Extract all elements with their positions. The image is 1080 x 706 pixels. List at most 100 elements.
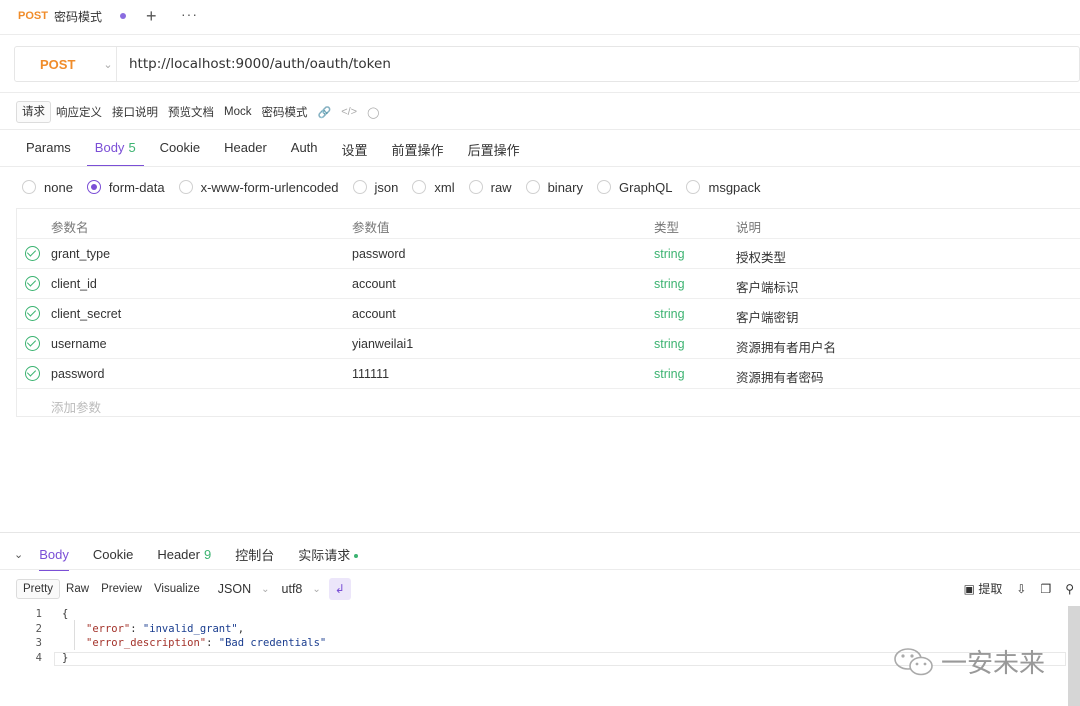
radio-label: json [374, 179, 399, 195]
param-name[interactable]: password [51, 367, 105, 381]
json-value: "invalid_grant" [142, 623, 238, 635]
param-name[interactable]: client_secret [51, 307, 121, 321]
enabled-check-icon[interactable] [25, 336, 40, 351]
radio-xml[interactable]: xml [412, 180, 455, 195]
link-icon[interactable]: 🔗 [312, 106, 336, 119]
code-open-brace: { [62, 608, 69, 620]
tab-method: POST [18, 10, 48, 22]
lang-value: JSON [217, 582, 252, 596]
response-divider[interactable] [0, 532, 1080, 533]
radio-circle-icon [597, 180, 611, 194]
tab-settings[interactable]: 设置 [330, 132, 380, 166]
header-type: 类型 [654, 221, 680, 235]
param-desc[interactable]: 资源拥有者用户名 [736, 337, 836, 356]
method-select[interactable]: POST ⌄ [15, 47, 117, 81]
encoding-select[interactable]: utf8 ⌄ [282, 582, 321, 596]
param-desc[interactable]: 客户端标识 [736, 277, 799, 296]
radio-none[interactable]: none [22, 180, 73, 195]
tab-label: 实际请求 [298, 547, 351, 563]
subtab-preview[interactable]: 预览文档 [163, 104, 219, 120]
param-type[interactable]: string [654, 307, 685, 321]
radio-circle-icon [352, 180, 367, 194]
param-type[interactable]: string [654, 367, 685, 381]
subtab-response-def[interactable]: 响应定义 [51, 104, 107, 120]
tab-pre-script[interactable]: 前置操作 [380, 132, 456, 166]
radio-circle-icon [468, 180, 483, 194]
tab-cookie[interactable]: Cookie [148, 132, 212, 166]
add-param-row[interactable]: 添加参数 [17, 389, 1080, 419]
download-icon[interactable]: ⇩ [1016, 582, 1026, 596]
json-key: "error_description" [86, 637, 207, 649]
radio-label: raw [490, 179, 512, 195]
new-tab-plus-icon[interactable]: + [146, 6, 157, 27]
search-icon[interactable]: ⚲ [1065, 582, 1074, 596]
tab-header[interactable]: Header [212, 132, 279, 166]
radio-graphql[interactable]: GraphQL [597, 180, 672, 195]
add-param-placeholder[interactable]: 添加参数 [51, 397, 101, 416]
param-desc[interactable]: 客户端密钥 [736, 307, 799, 326]
lang-select[interactable]: JSON ⌄ [218, 582, 270, 596]
resp-tab-header[interactable]: Header 9 [145, 543, 223, 566]
resp-tab-body[interactable]: Body [27, 543, 81, 571]
radio-json[interactable]: json [352, 179, 399, 195]
extract-button[interactable]: ▣ 提取 [964, 580, 1003, 597]
url-input[interactable]: http://localhost:9000/auth/oauth/token [129, 56, 391, 72]
radio-binary[interactable]: binary [525, 180, 583, 195]
radio-msgpack[interactable]: msgpack [686, 180, 761, 195]
enabled-check-icon[interactable] [25, 276, 40, 291]
param-name[interactable]: username [51, 337, 107, 351]
subtab-api-doc[interactable]: 接口说明 [107, 104, 163, 120]
param-value[interactable]: account [352, 307, 396, 321]
format-raw[interactable]: Raw [60, 580, 95, 598]
tab-post-script[interactable]: 后置操作 [456, 132, 532, 166]
resp-tab-actual-request[interactable]: 实际请求 [286, 541, 370, 568]
param-desc[interactable]: 授权类型 [736, 247, 786, 266]
copy-icon[interactable]: ❐ [1040, 582, 1051, 596]
enabled-check-icon[interactable] [25, 246, 40, 261]
radio-circle-icon [412, 180, 427, 194]
param-type[interactable]: string [654, 337, 685, 351]
settings-circle-icon[interactable]: ◯ [362, 106, 384, 119]
response-tabs: ⌄ Body Cookie Header 9 控制台 实际请求 [14, 539, 370, 571]
format-pretty[interactable]: Pretty [16, 579, 61, 599]
more-ellipsis-icon[interactable]: ··· [181, 6, 198, 22]
subtab-request[interactable]: 请求 [16, 101, 51, 123]
format-visualize[interactable]: Visualize [148, 580, 206, 598]
collapse-chevron-icon[interactable]: ⌄ [14, 548, 23, 561]
table-row: client_id account string 客户端标识 [17, 269, 1080, 299]
tab-label: 控制台 [235, 547, 275, 563]
tab-label: 前置操作 [391, 143, 444, 158]
subtab-mock[interactable]: Mock [219, 106, 256, 118]
tab-auth[interactable]: Auth [279, 132, 330, 166]
enabled-check-icon[interactable] [25, 366, 40, 381]
enabled-check-icon[interactable] [25, 306, 40, 321]
param-type[interactable]: string [654, 277, 685, 291]
param-name[interactable]: client_id [51, 277, 97, 291]
tab-params[interactable]: Params [14, 132, 83, 166]
param-desc[interactable]: 资源拥有者密码 [736, 367, 824, 386]
resp-tab-console[interactable]: 控制台 [223, 541, 286, 568]
param-value[interactable]: yianweilai1 [352, 337, 413, 351]
param-value[interactable]: account [352, 277, 396, 291]
scrollbar[interactable] [1068, 606, 1080, 706]
param-type[interactable]: string [654, 247, 685, 261]
radio-raw[interactable]: raw [468, 179, 512, 195]
param-value[interactable]: password [352, 247, 406, 261]
request-tab[interactable]: POST 密码模式 [8, 0, 134, 34]
subtab-case-name[interactable]: 密码模式 [256, 104, 312, 120]
tab-body[interactable]: Body 5 [83, 132, 148, 167]
word-wrap-icon[interactable]: ↲ [328, 578, 351, 600]
radio-urlencoded[interactable]: x-www-form-urlencoded [178, 179, 339, 195]
radio-form-data[interactable]: form-data [86, 180, 165, 195]
format-preview[interactable]: Preview [95, 580, 148, 598]
divider [0, 166, 1080, 167]
param-value[interactable]: 111111 [352, 367, 389, 381]
header-value: 参数值 [352, 221, 390, 235]
radio-label: x-www-form-urlencoded [200, 179, 339, 195]
radio-circle-icon [686, 180, 701, 194]
extract-label: 提取 [978, 582, 1003, 596]
param-name[interactable]: grant_type [51, 247, 110, 261]
code-icon[interactable]: </> [336, 106, 362, 118]
resp-tab-cookie[interactable]: Cookie [81, 543, 145, 566]
status-dot-icon [354, 554, 359, 559]
